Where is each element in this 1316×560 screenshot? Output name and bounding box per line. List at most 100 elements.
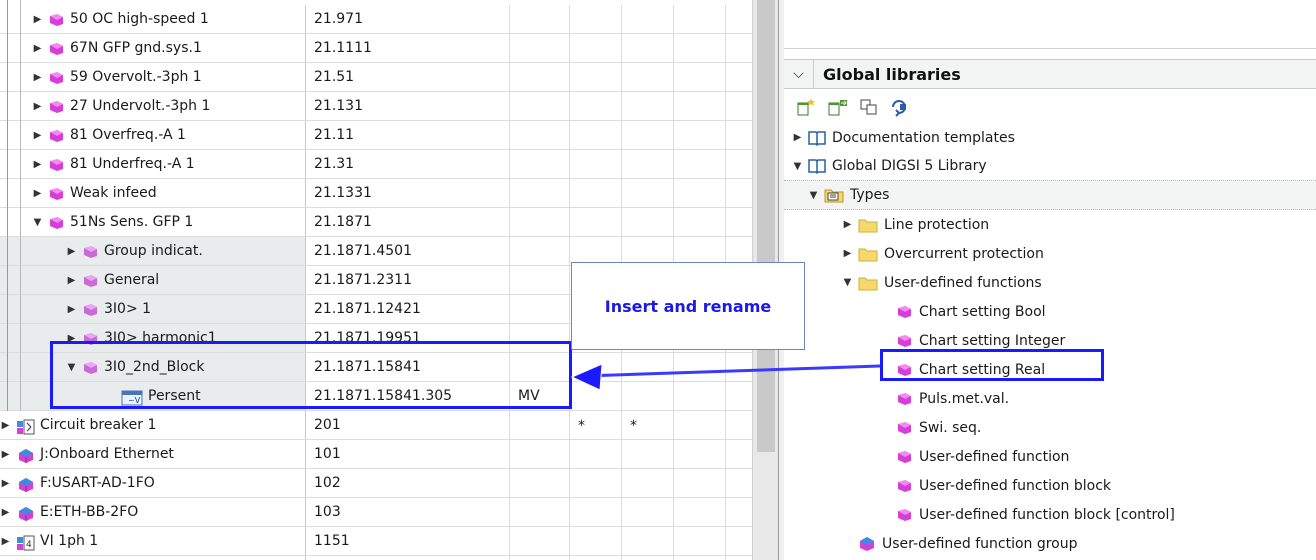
expand-arrow-icon[interactable]: ▶: [842, 219, 853, 230]
table-row[interactable]: ▶ F:USART-AD-1FO 102: [0, 469, 752, 498]
name-cell[interactable]: ▶ 81 Underfreq.-A 1: [0, 150, 306, 178]
scrollbar-thumb[interactable]: [757, 0, 775, 452]
name-cell[interactable]: ▼ 51Ns Sens. GFP 1: [0, 208, 306, 236]
library-tree-item[interactable]: User-defined function: [784, 442, 1316, 471]
type-cell[interactable]: [510, 121, 570, 149]
marker-cell[interactable]: [570, 63, 622, 91]
expand-arrow-icon[interactable]: ▶: [0, 478, 11, 489]
empty-cell[interactable]: [726, 382, 752, 410]
name-cell[interactable]: ▶ 50 OC high-speed 1: [0, 5, 306, 33]
expand-arrow-icon[interactable]: ▶: [32, 130, 43, 141]
marker-cell[interactable]: [570, 527, 622, 555]
library-tree-item[interactable]: User-defined function group: [784, 529, 1316, 558]
marker-cell[interactable]: [622, 469, 674, 497]
name-cell[interactable]: ▶ 67N GFP gnd.sys.1: [0, 34, 306, 62]
collapse-arrow-icon[interactable]: ▼: [792, 161, 803, 172]
marker-cell[interactable]: [622, 63, 674, 91]
type-cell[interactable]: [510, 5, 570, 33]
marker-cell[interactable]: [570, 382, 622, 410]
empty-cell[interactable]: [674, 5, 726, 33]
empty-cell[interactable]: [674, 208, 726, 236]
table-row[interactable]: ▶ 4 VI 1ph 1 1151: [0, 527, 752, 556]
marker-cell[interactable]: [622, 527, 674, 555]
library-tree-item[interactable]: ▶ Overcurrent protection: [784, 239, 1316, 268]
empty-cell[interactable]: [674, 527, 726, 555]
address-cell[interactable]: [306, 556, 510, 560]
empty-cell[interactable]: [726, 498, 752, 526]
type-cell[interactable]: [510, 295, 570, 323]
table-row[interactable]: ▶Main menu: [0, 556, 752, 560]
empty-cell[interactable]: [674, 237, 726, 265]
table-row[interactable]: ▶ 50 OC high-speed 1 21.971: [0, 5, 752, 34]
empty-cell[interactable]: [726, 150, 752, 178]
collapse-arrow-icon[interactable]: ▼: [842, 277, 853, 288]
marker-cell[interactable]: [570, 5, 622, 33]
expand-arrow-icon[interactable]: ▶: [32, 72, 43, 83]
empty-cell[interactable]: [726, 63, 752, 91]
marker-cell[interactable]: [622, 92, 674, 120]
marker-cell[interactable]: [570, 179, 622, 207]
table-row[interactable]: ▶ 67N GFP gnd.sys.1 21.1111: [0, 34, 752, 63]
type-cell[interactable]: [510, 92, 570, 120]
name-cell[interactable]: ▶ 59 Overvolt.-3ph 1: [0, 63, 306, 91]
empty-cell[interactable]: [726, 121, 752, 149]
expand-arrow-icon[interactable]: ▶: [32, 43, 43, 54]
type-cell[interactable]: [510, 556, 570, 560]
address-cell[interactable]: 101: [306, 440, 510, 468]
marker-cell[interactable]: [570, 237, 622, 265]
table-row[interactable]: ▶ 81 Underfreq.-A 1 21.31: [0, 150, 752, 179]
library-tree-item[interactable]: ▼ Global DIGSI 5 Library: [784, 152, 1316, 181]
expand-arrow-icon[interactable]: ▶: [0, 536, 11, 547]
table-row[interactable]: ▶ Weak infeed 21.1331: [0, 179, 752, 208]
library-tree-item[interactable]: User-defined function block [control]: [784, 500, 1316, 529]
type-cell[interactable]: [510, 527, 570, 555]
marker-cell[interactable]: [570, 469, 622, 497]
expand-arrow-icon[interactable]: ▶: [66, 246, 77, 257]
name-cell[interactable]: ▶ E:ETH-BB-2FO: [0, 498, 306, 526]
collapse-arrow-icon[interactable]: ▼: [32, 217, 43, 228]
table-row[interactable]: ▶ E:ETH-BB-2FO 103: [0, 498, 752, 527]
address-cell[interactable]: 21.11: [306, 121, 510, 149]
table-row[interactable]: ▶ 59 Overvolt.-3ph 1 21.51: [0, 63, 752, 92]
marker-cell[interactable]: [570, 92, 622, 120]
name-cell[interactable]: ▶ Circuit breaker 1: [0, 411, 306, 439]
library-tree-item[interactable]: User-defined function block: [784, 471, 1316, 500]
address-cell[interactable]: 21.971: [306, 5, 510, 33]
expand-arrow-icon[interactable]: ▶: [32, 14, 43, 25]
address-cell[interactable]: 21.1871: [306, 208, 510, 236]
marker-cell[interactable]: [570, 498, 622, 526]
type-cell[interactable]: [510, 63, 570, 91]
expand-arrow-icon[interactable]: ▶: [842, 248, 853, 259]
marker-cell[interactable]: [570, 34, 622, 62]
empty-cell[interactable]: [674, 179, 726, 207]
marker-cell[interactable]: *: [570, 411, 622, 439]
empty-cell[interactable]: [674, 121, 726, 149]
type-cell[interactable]: [510, 208, 570, 236]
marker-cell[interactable]: [570, 208, 622, 236]
name-cell[interactable]: ▶ Group indicat.: [0, 237, 306, 265]
marker-cell[interactable]: [622, 150, 674, 178]
type-cell[interactable]: [510, 266, 570, 294]
empty-cell[interactable]: [674, 92, 726, 120]
copy-icon[interactable]: [858, 97, 880, 117]
update-icon[interactable]: [889, 97, 911, 117]
library-tree-item[interactable]: ▶ Documentation templates: [784, 123, 1316, 152]
type-cell[interactable]: [510, 440, 570, 468]
name-cell[interactable]: ▶Main menu: [0, 556, 306, 560]
empty-cell[interactable]: [726, 208, 752, 236]
marker-cell[interactable]: [622, 34, 674, 62]
type-cell[interactable]: [510, 179, 570, 207]
empty-cell[interactable]: [674, 382, 726, 410]
address-cell[interactable]: 21.1111: [306, 34, 510, 62]
name-cell[interactable]: ▶ F:USART-AD-1FO: [0, 469, 306, 497]
name-cell[interactable]: ▶ Weak infeed: [0, 179, 306, 207]
empty-cell[interactable]: [726, 353, 752, 381]
table-row[interactable]: ▶ 27 Undervolt.-3ph 1 21.131: [0, 92, 752, 121]
type-cell[interactable]: [510, 34, 570, 62]
expand-arrow-icon[interactable]: ▶: [66, 275, 77, 286]
type-cell[interactable]: [510, 411, 570, 439]
empty-cell[interactable]: [674, 556, 726, 560]
library-tree-item[interactable]: Swi. seq.: [784, 413, 1316, 442]
chevron-down-icon[interactable]: ⌵: [784, 60, 814, 88]
expand-arrow-icon[interactable]: ▶: [0, 420, 11, 431]
